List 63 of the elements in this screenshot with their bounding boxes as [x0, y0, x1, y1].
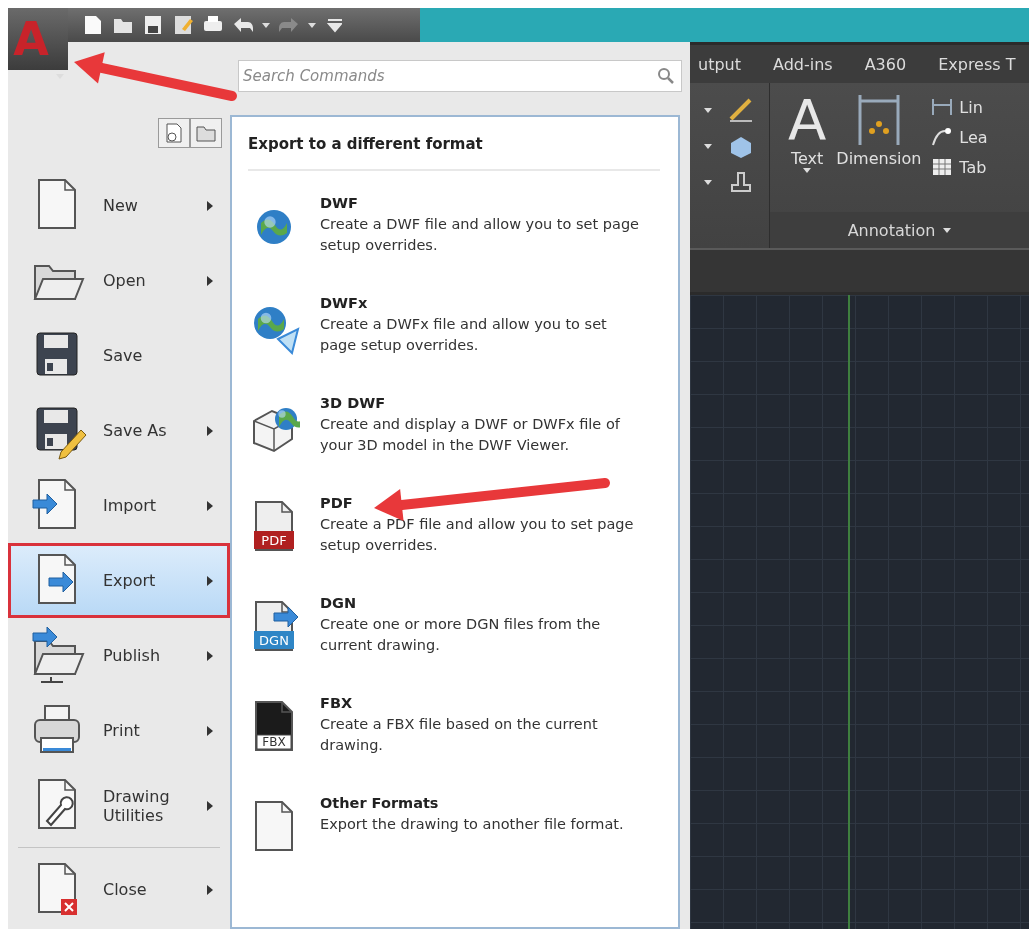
- menu-item[interactable]: Drawing Utilities: [8, 768, 230, 843]
- format-description: Create one or more DGN files from the current drawing.: [320, 615, 602, 655]
- ribbon-tool-button[interactable]: Lea: [931, 127, 988, 147]
- leader-icon: [931, 127, 954, 147]
- format-description: Export the drawing to another file format.: [320, 815, 625, 834]
- caret-icon: [803, 168, 812, 173]
- caret-icon: [262, 22, 270, 28]
- new-file-icon[interactable]: [82, 15, 104, 35]
- export-format-item[interactable]: DGN DGN Create one or more DGN files from the current drawing.: [248, 593, 660, 693]
- caret-icon: [704, 143, 712, 149]
- save-as-icon[interactable]: [172, 15, 194, 35]
- format-title: PDF: [320, 494, 354, 513]
- folder-arrow-icon: [31, 626, 87, 685]
- export-format-item[interactable]: DWFx Create a DWFx file and allow you to set page setup overrides.: [248, 293, 660, 393]
- menu-item[interactable]: Export: [8, 543, 230, 618]
- format-title: 3D DWF: [320, 394, 387, 413]
- format-description: Create a DWFx file and allow you to set page setup overrides.: [320, 315, 608, 355]
- menu-item[interactable]: Open: [8, 243, 230, 318]
- stamp-icon[interactable]: [728, 169, 754, 195]
- linear-dimension-icon: [931, 97, 954, 117]
- format-title: FBX: [320, 694, 354, 713]
- recent-documents-button[interactable]: [158, 118, 190, 148]
- ribbon-tool-button[interactable]: Tab: [931, 157, 988, 177]
- save-icon[interactable]: [142, 15, 164, 35]
- text-tool-button[interactable]: A Text: [788, 91, 827, 212]
- format-description: Create and display a DWF or DWFx file of your 3D model in the DWF Viewer.: [320, 415, 621, 455]
- caret-icon: [704, 179, 712, 185]
- search-icon: [657, 67, 675, 85]
- menu-item[interactable]: Print: [8, 693, 230, 768]
- format-description: Create a PDF file and allow you to set page setup overrides.: [320, 515, 635, 555]
- menu-item[interactable]: Close: [8, 852, 230, 927]
- menu-item[interactable]: Publish: [8, 618, 230, 693]
- export-format-item[interactable]: Other Formats Export the drawing to another file format.: [248, 793, 660, 893]
- caret-icon: [943, 227, 952, 233]
- dimension-tool-button[interactable]: Dimension: [836, 91, 922, 212]
- menu-item[interactable]: New: [8, 168, 230, 243]
- ribbon-tab[interactable]: Add-ins: [773, 54, 833, 74]
- export-format-item[interactable]: FBX FBX Create a FBX file based on the current drawing.: [248, 693, 660, 793]
- export-format-item[interactable]: DWF Create a DWF file and allow you to set page setup overrides.: [248, 193, 660, 293]
- document-clock-icon: [163, 122, 185, 144]
- pencil-icon[interactable]: [728, 97, 754, 123]
- ribbon-tab[interactable]: Express T: [938, 54, 1016, 74]
- ribbon-tab[interactable]: A360: [864, 54, 907, 74]
- search-input[interactable]: Search Commands: [239, 66, 657, 86]
- format-title: Other Formats: [320, 794, 440, 813]
- format-title: DWFx: [320, 294, 369, 313]
- export-format-item[interactable]: PDF PDF Create a PDF file and allow you to set page setup overrides.: [248, 493, 660, 593]
- format-title: DGN: [320, 594, 358, 613]
- submenu-title: Export to a different format: [248, 135, 660, 171]
- caret-icon: [704, 107, 712, 113]
- format-description: Create a FBX file based on the current drawing.: [320, 715, 599, 755]
- search-field[interactable]: Search Commands: [238, 60, 682, 92]
- ribbon-tool-button[interactable]: Lin: [931, 97, 988, 117]
- export-format-item[interactable]: 3D DWF Create and display a DWF or DWFx file of your 3D model in the DWF Viewer.: [248, 393, 660, 493]
- panel-label: Annotation: [847, 220, 936, 240]
- format-description: Create a DWF file and allow you to set page setup overrides.: [320, 215, 640, 255]
- menu-item[interactable]: Save: [8, 318, 230, 393]
- menu-item[interactable]: Save As: [8, 393, 230, 468]
- caret-icon: [308, 22, 316, 28]
- format-title: DWF: [320, 194, 359, 213]
- menu-item[interactable]: Import: [8, 468, 230, 543]
- table-icon: [931, 157, 954, 177]
- ribbon-tab[interactable]: utput: [698, 54, 741, 74]
